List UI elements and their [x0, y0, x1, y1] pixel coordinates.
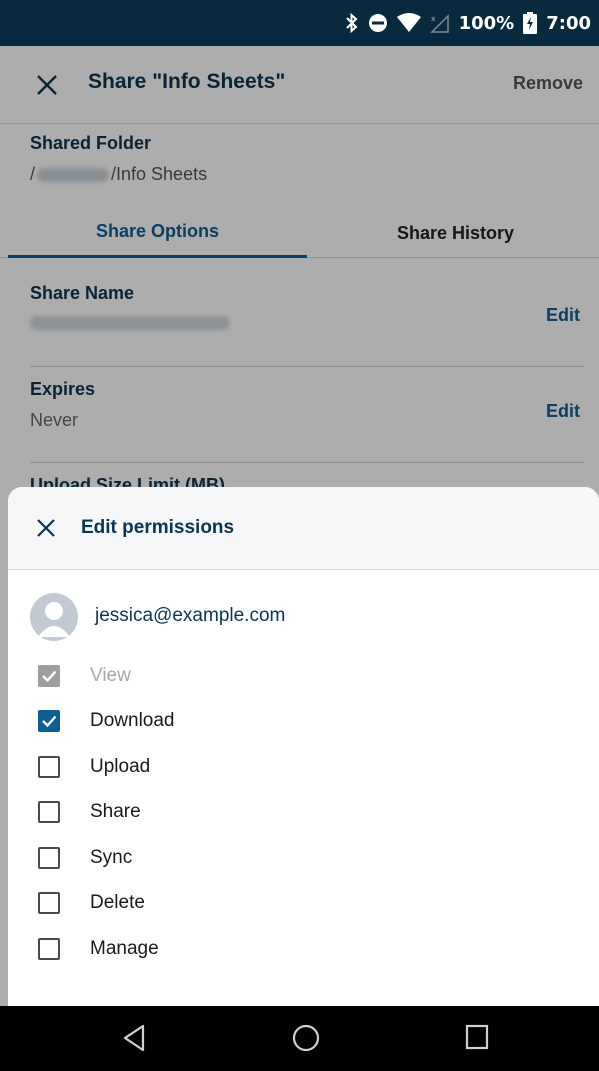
sync-label: Sync: [90, 847, 133, 868]
permission-delete[interactable]: Delete: [38, 890, 338, 920]
upload-label: Upload: [90, 756, 151, 777]
user-email: jessica@example.com: [95, 605, 286, 626]
home-icon[interactable]: [292, 1024, 320, 1052]
permission-download[interactable]: Download: [38, 708, 338, 738]
download-label: Download: [90, 710, 175, 731]
share-label: Share: [90, 801, 141, 822]
permission-share[interactable]: Share: [38, 799, 338, 829]
delete-checkbox[interactable]: [38, 892, 60, 914]
download-checkbox[interactable]: [38, 710, 60, 732]
status-bar: x 100% 7:00: [0, 0, 599, 46]
manage-label: Manage: [90, 938, 159, 959]
permission-sync[interactable]: Sync: [38, 845, 338, 875]
clock: 7:00: [546, 12, 591, 34]
permission-manage[interactable]: Manage: [38, 936, 338, 966]
share-checkbox[interactable]: [38, 801, 60, 823]
wifi-icon: [396, 13, 421, 32]
view-checkbox: [38, 665, 60, 687]
permission-view: View: [38, 663, 338, 693]
upload-checkbox[interactable]: [38, 756, 60, 778]
recents-icon[interactable]: [465, 1024, 489, 1050]
edit-permissions-sheet: Edit permissions jessica@example.com Vie…: [8, 487, 599, 1006]
sync-checkbox[interactable]: [38, 847, 60, 869]
battery-charging-icon: [523, 12, 538, 34]
manage-checkbox[interactable]: [38, 938, 60, 960]
close-icon[interactable]: [36, 518, 56, 538]
check-icon: [42, 670, 57, 683]
svg-text:x: x: [431, 15, 436, 23]
check-icon: [42, 715, 57, 728]
delete-label: Delete: [90, 892, 145, 913]
sheet-header: Edit permissions: [8, 487, 599, 570]
view-label: View: [90, 665, 131, 686]
permission-upload[interactable]: Upload: [38, 754, 338, 784]
avatar: [30, 593, 78, 641]
do-not-disturb-icon: [368, 14, 387, 32]
signal-icon: x: [429, 14, 449, 33]
sheet-title: Edit permissions: [81, 517, 235, 538]
back-icon[interactable]: [122, 1024, 146, 1052]
person-icon: [38, 602, 70, 637]
bluetooth-icon: [345, 13, 358, 33]
battery-percent: 100%: [458, 12, 515, 34]
navigation-bar: [0, 1006, 599, 1071]
